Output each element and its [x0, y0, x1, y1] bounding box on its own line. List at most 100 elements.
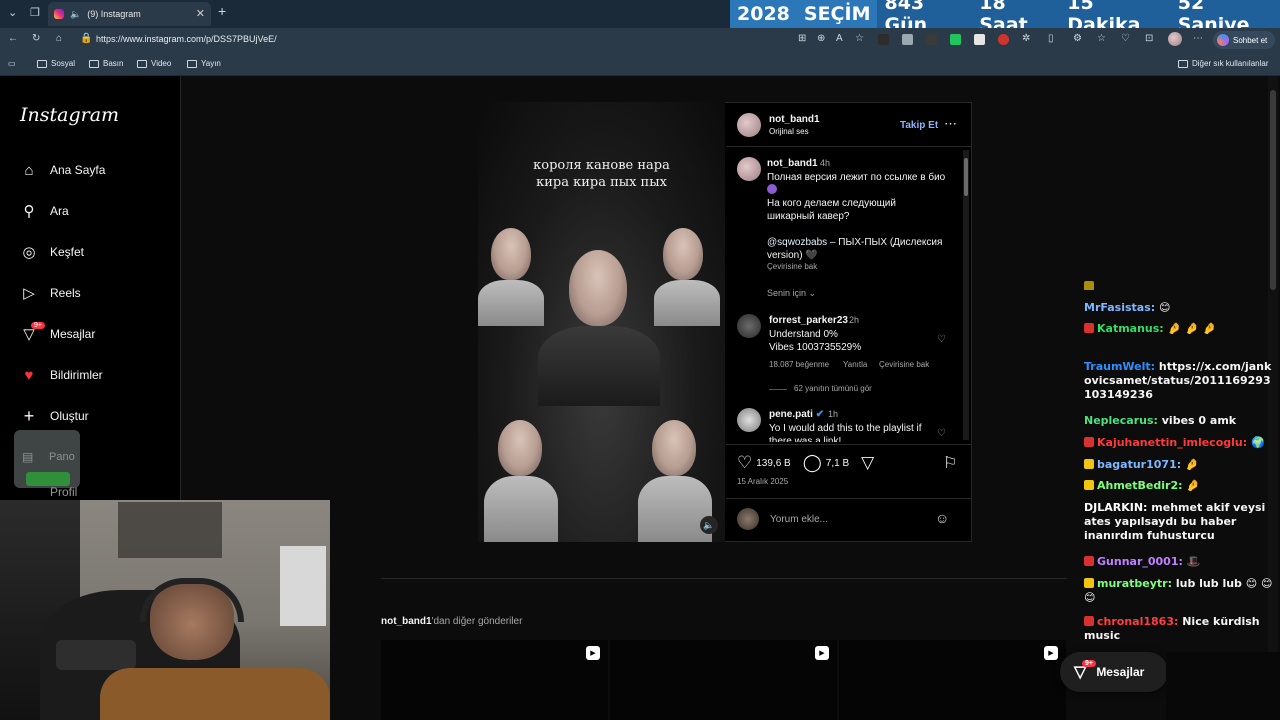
browser-essentials-icon[interactable]: ♡: [1121, 33, 1130, 44]
sidebar-item-reels[interactable]: ▷ Reels: [20, 282, 80, 304]
caption-text: шикарный кавер?: [767, 211, 850, 222]
sort-label: Senin için: [767, 288, 807, 298]
post-video[interactable]: короля канове нара кира кира пых пых 🔈: [478, 102, 725, 542]
translate-link[interactable]: Çevirisine bak: [767, 262, 817, 271]
home-icon[interactable]: ⌂: [56, 33, 62, 44]
commenter-avatar[interactable]: [737, 408, 761, 432]
refresh-icon[interactable]: ↻: [32, 33, 40, 44]
more-post-thumbnail[interactable]: ▶: [839, 640, 1066, 720]
follow-button[interactable]: Takip Et: [900, 120, 938, 131]
sidebar-item-notifications[interactable]: ♥ Bildirimler: [20, 364, 103, 386]
scrollbar-thumb[interactable]: [964, 158, 968, 196]
new-tab-icon[interactable]: +: [218, 3, 226, 19]
puzzle-icon[interactable]: ✲: [1022, 33, 1030, 44]
collections-icon[interactable]: ⊡: [1145, 33, 1153, 44]
extension-icon[interactable]: [998, 34, 1009, 45]
author-username[interactable]: not_band1: [769, 114, 820, 125]
view-replies-button[interactable]: 62 yanıtın tümünü gör: [794, 384, 872, 393]
more-menu-icon[interactable]: ⋯: [1193, 33, 1203, 44]
sidebar-item-home[interactable]: ⌂ Ana Sayfa: [20, 159, 105, 181]
badge-icon: [1084, 437, 1094, 447]
comment-text: Vibes 1003735529%: [769, 342, 862, 353]
extension-icon[interactable]: [974, 34, 985, 45]
sidebar-item-create[interactable]: + Oluştur: [20, 405, 89, 427]
lock-icon[interactable]: 🔒: [80, 33, 92, 44]
sidebar-item-search[interactable]: ⚲ Ara: [20, 200, 69, 222]
sidebar-item-profile[interactable]: Profil: [20, 486, 77, 498]
split-screen-icon[interactable]: ▯: [1048, 33, 1054, 44]
bookmark-sosyal[interactable]: Sosyal: [37, 59, 75, 68]
sidebar-item-dashboard[interactable]: ▤ Pano: [14, 430, 80, 488]
comment-username[interactable]: forrest_parker23: [769, 315, 848, 326]
singer-body: [484, 476, 558, 542]
share-icon[interactable]: ▽: [861, 453, 874, 473]
author-avatar[interactable]: [737, 113, 761, 137]
chat-message: MrFasistas: 😊: [1084, 301, 1278, 315]
caption-text: На кого делаем следующий: [767, 198, 896, 209]
extension-icon[interactable]: [902, 34, 913, 45]
chat-username: TraumWelt:: [1084, 360, 1156, 373]
commenter-avatar[interactable]: [737, 314, 761, 338]
url-field[interactable]: https://www.instagram.com/p/DSS7PBUjVeE/: [96, 34, 277, 44]
comment-username[interactable]: pene.pati ✔: [769, 409, 824, 420]
chat-message: muratbeytr: lub lub lub 😊 😊 😊: [1084, 577, 1278, 605]
reply-button[interactable]: Yanıtla: [843, 360, 867, 369]
comment-count[interactable]: 7,1 B: [826, 458, 849, 469]
favorite-star-icon[interactable]: ☆: [855, 33, 864, 44]
more-posts-username[interactable]: not_band1: [381, 616, 432, 627]
copilot-chat-button[interactable]: Sohbet et: [1213, 31, 1275, 49]
more-options-icon[interactable]: ⋯: [944, 116, 957, 132]
chat-text: 🤌: [1186, 479, 1201, 492]
home-icon: ⌂: [24, 161, 34, 179]
like-count[interactable]: 139,6 B: [756, 458, 790, 469]
read-aloud-icon[interactable]: A: [836, 33, 843, 44]
extension-icon[interactable]: [926, 34, 937, 45]
comment-sort-dropdown[interactable]: Senin için ⌄: [767, 288, 816, 299]
mention-link[interactable]: @sqwozbabs: [767, 237, 827, 248]
instagram-logo[interactable]: Instagram: [20, 104, 119, 126]
like-comment-icon[interactable]: ♡: [937, 428, 946, 439]
streamer-webcam: [0, 500, 330, 720]
more-post-thumbnail[interactable]: ▶: [381, 640, 608, 720]
tab-list-icon[interactable]: ⌄: [8, 6, 17, 19]
post-date[interactable]: 15 Aralık 2025: [737, 477, 788, 486]
apps-icon[interactable]: ⊞: [798, 33, 806, 44]
favorites-icon[interactable]: ☆: [1097, 33, 1106, 44]
profile-avatar[interactable]: [1168, 32, 1182, 46]
caption-username[interactable]: not_band1: [767, 158, 818, 169]
post-actions: ♡ 139,6 B ◯ 7,1 B ▽: [737, 453, 878, 473]
author-avatar[interactable]: [737, 157, 761, 181]
comment-icon[interactable]: ◯: [803, 453, 822, 473]
close-tab-icon[interactable]: ✕: [196, 7, 205, 20]
reels-icon: ▷: [23, 285, 35, 302]
comment-likes[interactable]: 18.087 beğenme: [769, 360, 829, 369]
emoji-picker-icon[interactable]: ☺: [935, 510, 949, 526]
zoom-icon[interactable]: ⊕: [817, 33, 825, 44]
caption-text-line: @sqwozbabs – ПЫХ-ПЫХ (Дислексия: [767, 236, 942, 249]
bookmark-basin[interactable]: Basın: [89, 59, 123, 68]
other-bookmarks[interactable]: Diğer sık kullanılanlar: [1178, 59, 1268, 68]
translate-link[interactable]: Çevirisine bak: [879, 360, 929, 369]
sidebar-item-messages[interactable]: ▽ 9+ Mesajlar: [20, 322, 95, 345]
bookmark-video[interactable]: Video: [137, 59, 171, 68]
speaker-icon[interactable]: 🔈: [70, 9, 81, 20]
back-icon[interactable]: ←: [8, 33, 18, 44]
sidebar-item-explore[interactable]: ◎ Keşfet: [20, 241, 84, 263]
comments-scrollbar[interactable]: [963, 150, 969, 440]
more-post-thumbnail[interactable]: ▶: [610, 640, 837, 720]
bookmark-yayin[interactable]: Yayın: [187, 59, 221, 68]
page-scrollbar-thumb[interactable]: [1270, 90, 1276, 290]
browser-tab-instagram[interactable]: 🔈 (9) Instagram ✕: [48, 2, 211, 26]
favorites-bar-icon[interactable]: ▭: [8, 59, 16, 68]
workspaces-icon[interactable]: ❐: [30, 6, 40, 19]
like-comment-icon[interactable]: ♡: [937, 334, 946, 345]
messages-pill-button[interactable]: ▽ 9+ Mesajlar: [1060, 652, 1168, 692]
settings-icon[interactable]: ⚙: [1073, 33, 1082, 44]
video-mute-button[interactable]: 🔈: [700, 516, 718, 534]
extension-icon[interactable]: [950, 34, 961, 45]
save-bookmark-icon[interactable]: ⚐: [943, 453, 957, 473]
audio-label[interactable]: Orijinal ses: [769, 127, 809, 136]
like-icon[interactable]: ♡: [737, 453, 752, 473]
add-comment-input[interactable]: Yorum ekle...: [770, 514, 828, 525]
extension-icon[interactable]: [878, 34, 889, 45]
